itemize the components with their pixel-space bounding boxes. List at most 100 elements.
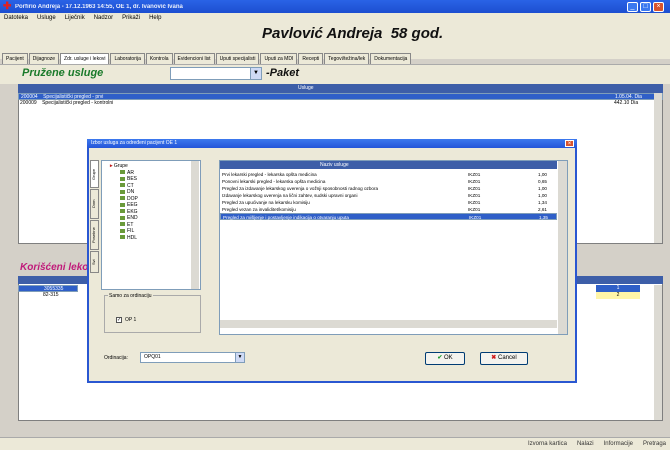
row-name: Pregled vezan za invaliditet/komisiju <box>222 207 296 212</box>
tab-pacijent[interactable]: Pacijent <box>2 53 28 64</box>
tab-uputi-specijalisti[interactable]: Uputi specijalisti <box>215 53 260 64</box>
row-name: Pregled za izdavanje lekarskog uverenja … <box>222 186 379 191</box>
folder-icon <box>120 215 125 220</box>
menu-usluge[interactable]: Usluge <box>37 15 56 21</box>
table-row[interactable]: 200004 Specijalistički pregled - prvi 1.… <box>18 93 663 100</box>
row-code: 200009 <box>20 100 37 106</box>
ordinacija-select[interactable]: OPQ01 ▼ <box>140 352 245 363</box>
ok-button[interactable]: ✔ OK <box>425 352 465 365</box>
tree-root-icon: ▸ <box>110 163 113 169</box>
status-pretraga[interactable]: Pretraga <box>643 441 666 447</box>
folder-icon <box>120 189 125 194</box>
dialog-grid-hscrollbar[interactable] <box>220 320 557 328</box>
folder-icon <box>120 209 125 214</box>
group-tree: ▸ Grupe AR BES CT DN DOP EEG EKG END ET … <box>101 160 201 290</box>
ordinacija-label: Ordinacija: <box>104 355 128 361</box>
status-nalazi[interactable]: Nalazi <box>577 441 594 447</box>
dialog-grid-header-label: Naziv usluge <box>320 162 349 168</box>
row-value: 2,61 <box>538 207 547 212</box>
menu-lijecnik[interactable]: Liječnik <box>65 15 85 21</box>
op1-checkbox[interactable]: ✓ <box>116 317 122 323</box>
status-informacije[interactable]: Informacije <box>604 441 633 447</box>
row-group: IKZ01 <box>468 179 481 184</box>
dialog-vertical-tabs: Grupe Dom Posebne Svi <box>90 160 99 275</box>
menu-prikazi[interactable]: Prikaži <box>122 15 140 21</box>
status-izvorna[interactable]: Izvorna kartica <box>528 441 567 447</box>
tab-evidencioni-list[interactable]: Evidencioni list <box>173 53 215 64</box>
drug-code: 82-315 <box>43 292 59 298</box>
tab-svi[interactable]: Svi <box>90 251 99 273</box>
table-row[interactable]: Prvi lekarski pregled - lekarska opšta m… <box>220 171 557 178</box>
row-name: Izdavanje lekarskog uverenja na lični za… <box>222 193 358 198</box>
table-row[interactable]: Izdavanje lekarskog uverenja na lični za… <box>220 192 557 199</box>
services-select[interactable]: ▼ <box>170 67 262 80</box>
tab-laboratorija[interactable]: Laboratorija <box>110 53 145 64</box>
row-group: IKZ01 <box>468 200 481 205</box>
tab-grupe[interactable]: Grupe <box>90 160 99 188</box>
cancel-button[interactable]: ✖ Cancel <box>480 352 528 365</box>
row-extra: 442.10 Dia <box>614 100 639 106</box>
table-row-selected[interactable]: Pregled za mišljenje i postavljenje indi… <box>220 213 557 220</box>
row-value: 1,34 <box>538 200 547 205</box>
row-group: IKZ01 <box>468 186 481 191</box>
tab-posebne[interactable]: Posebne <box>90 220 99 250</box>
tab-dokumentacija[interactable]: Dokumentacija <box>370 53 412 64</box>
dialog-close-button[interactable]: × <box>565 140 574 147</box>
chevron-down-icon[interactable]: ▼ <box>250 68 261 79</box>
services-scrollbar[interactable] <box>654 93 662 243</box>
menu-nadzor[interactable]: Nadzor <box>94 15 113 21</box>
title-bar: ✚ Porfirio Andreja - 17.12.1963 14:55, O… <box>0 0 670 13</box>
table-row[interactable]: Pregled vezan za invaliditet/komisiju IK… <box>220 206 557 213</box>
tab-dijagnoze[interactable]: Dijagnoze <box>28 53 60 64</box>
tab-recepti[interactable]: Recepti <box>298 53 324 64</box>
table-row[interactable]: Ponovni lekarski pregled - lekarska opšt… <box>220 178 557 185</box>
tab-usluge[interactable]: Zdr. usluge i lekovi <box>60 53 110 64</box>
tab-kontrola[interactable]: Kontrola <box>145 53 173 64</box>
tree-item[interactable]: HDL <box>102 235 200 242</box>
dialog-title: Izbor usluga za određeni pacijent OE 1 <box>87 139 577 148</box>
dialog-grid-header: Naziv usluge <box>220 161 557 169</box>
tree-scrollbar[interactable] <box>191 161 199 289</box>
maximize-button[interactable]: □ <box>640 2 651 12</box>
cross-icon: ✖ <box>491 355 497 361</box>
tree-root[interactable]: ▸ Grupe <box>102 161 200 170</box>
tab-dom[interactable]: Dom <box>90 189 99 219</box>
patient-name: Pavlović Andreja <box>262 25 383 42</box>
minimize-button[interactable]: _ <box>627 2 638 12</box>
row-name: Specijalistički pregled - kontrolni <box>42 100 114 106</box>
dialog-grid-scrollbar[interactable] <box>558 161 567 334</box>
table-row[interactable]: Pregled za izdavanje lekarskog uverenja … <box>220 185 557 192</box>
row-group: IKZ01 <box>469 215 482 220</box>
filter-group <box>104 295 201 333</box>
window-title: Porfirio Andreja - 17.12.1963 14:55, OE … <box>15 3 183 10</box>
row-name: Prvi lekarski pregled - lekarska opšta m… <box>222 172 317 177</box>
row-group: IKZ01 <box>468 207 481 212</box>
ordinacija-value: OPQ01 <box>144 354 161 360</box>
menu-datoteka[interactable]: Datoteka <box>4 15 28 21</box>
table-row[interactable]: 200009 Specijalistički pregled - kontrol… <box>18 100 663 107</box>
chevron-down-icon[interactable]: ▼ <box>235 353 244 362</box>
row-value: 1,00 <box>538 172 547 177</box>
table-row[interactable]: Pregled za upućivanje na lekarsku komisi… <box>220 199 557 206</box>
services-header-label: Usluge <box>298 85 314 91</box>
folder-icon <box>120 222 125 227</box>
status-bar: Izvorna kartica Nalazi Informacije Pretr… <box>0 437 670 450</box>
app-icon: ✚ <box>3 1 12 12</box>
menu-help[interactable]: Help <box>149 15 161 21</box>
close-button[interactable]: × <box>653 2 664 12</box>
row-name: Ponovni lekarski pregled - lekarska opšt… <box>222 179 326 184</box>
row-group: IKZ01 <box>468 172 481 177</box>
drug-qty: 1 <box>596 285 640 292</box>
folder-icon <box>120 176 125 181</box>
tab-strip: Pacijent Dijagnoze Zdr. usluge i lekovi … <box>2 53 412 64</box>
op1-checkbox-label: OP 1 <box>125 317 137 323</box>
menu-bar: Datoteka Usluge Liječnik Nadzor Prikaži … <box>0 13 670 23</box>
row-value: 1,00 <box>538 193 547 198</box>
list-item[interactable]: 3055335 <box>18 285 78 292</box>
folder-icon <box>120 196 125 201</box>
tab-uputi-mdi[interactable]: Uputi za MDI <box>260 53 298 64</box>
patient-age: 58 god. <box>390 25 444 42</box>
tab-tegovi[interactable]: Tegovi/težina/lek <box>324 53 370 64</box>
paket-label: -Paket <box>266 67 300 79</box>
drugs-scrollbar[interactable] <box>654 285 662 420</box>
